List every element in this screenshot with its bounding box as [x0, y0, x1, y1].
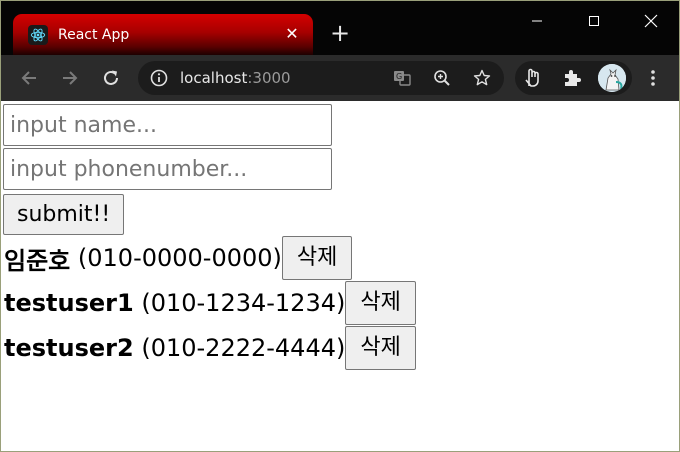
- browser-toolbar: localhost:3000 G: [1, 55, 679, 101]
- reload-icon[interactable]: [98, 65, 124, 91]
- puzzle-icon[interactable]: [562, 68, 582, 92]
- more-vertical-icon[interactable]: [640, 65, 666, 91]
- address-bar[interactable]: localhost:3000 G: [138, 61, 504, 95]
- close-icon[interactable]: ✕: [283, 25, 301, 43]
- avatar[interactable]: [598, 64, 626, 92]
- page-content: submit!! 임준호 (010-0000-0000) 삭제 testuser…: [2, 102, 678, 451]
- browser-window: React App ✕ + localhost:3000 G input nam…: [0, 0, 680, 452]
- tab-strip: React App ✕ +: [1, 1, 679, 55]
- react-logo-icon: [28, 24, 48, 45]
- list-item: 임준호 (010-0000-0000) 삭제: [2, 236, 678, 280]
- contact-phone: (010-0000-0000): [77, 244, 282, 272]
- url-text: localhost:3000: [180, 69, 291, 87]
- svg-text:G: G: [396, 72, 402, 81]
- tab-react-app[interactable]: React App ✕: [13, 14, 313, 55]
- contact-name: 임준호: [4, 246, 71, 275]
- maximize-icon[interactable]: [580, 7, 608, 35]
- contact-name: testuser1: [4, 289, 134, 317]
- tab-title: React App: [58, 26, 130, 43]
- extensions-area: [515, 61, 632, 95]
- list-item: testuser2 (010-2222-4444) 삭제: [2, 326, 678, 370]
- name-input[interactable]: [3, 104, 332, 146]
- delete-button[interactable]: 삭제: [281, 236, 353, 280]
- zoom-icon[interactable]: [433, 69, 451, 91]
- window-close-icon[interactable]: [637, 7, 665, 35]
- list-item: testuser1 (010-1234-1234) 삭제: [2, 281, 678, 325]
- contact-phone: (010-2222-4444): [141, 334, 346, 362]
- arrow-right-icon[interactable]: [57, 65, 83, 91]
- arrow-left-icon[interactable]: [16, 65, 42, 91]
- phone-input[interactable]: [3, 148, 332, 190]
- delete-button[interactable]: 삭제: [345, 326, 416, 370]
- submit-button[interactable]: submit!!: [3, 194, 125, 235]
- translate-icon[interactable]: G: [393, 69, 411, 91]
- hand-icon[interactable]: [523, 68, 543, 92]
- info-icon[interactable]: [150, 69, 168, 91]
- contact-name: testuser2: [4, 334, 134, 362]
- star-icon[interactable]: [473, 69, 491, 91]
- minimize-icon[interactable]: [523, 7, 551, 35]
- contact-phone: (010-1234-1234): [141, 289, 346, 317]
- plus-icon[interactable]: +: [327, 21, 353, 47]
- delete-button[interactable]: 삭제: [345, 281, 416, 325]
